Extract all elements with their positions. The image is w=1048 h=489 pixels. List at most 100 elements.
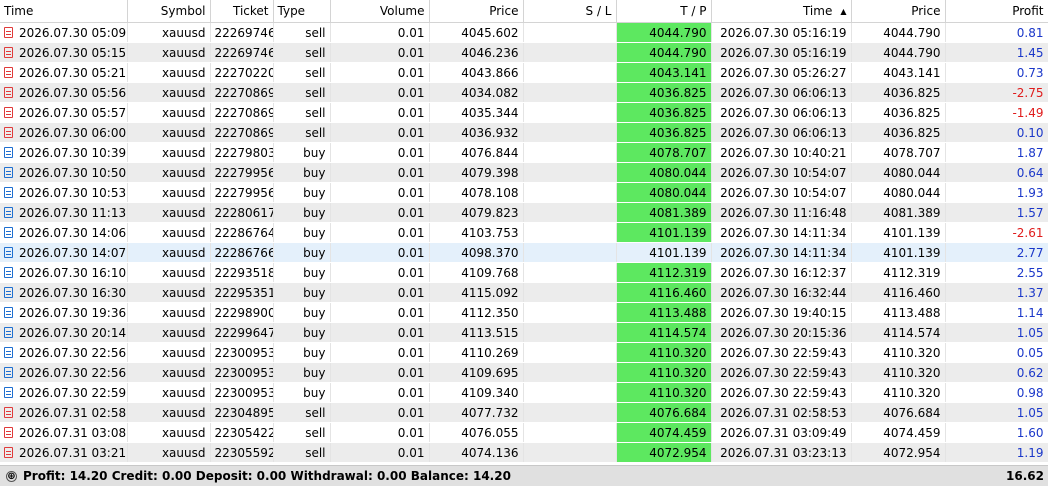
cell-sl [523,222,617,243]
cell-open-price: 4113.515 [429,322,524,343]
cell-ticket: 22269746... [210,42,274,63]
cell-open-price: 4034.082 [429,82,524,103]
open-time-text: 2026.07.30 06:00... [19,125,127,140]
open-time-text: 2026.07.30 10:53... [19,185,127,200]
expand-icon[interactable]: ⊕ [6,470,17,482]
col-header-profit[interactable]: Profit [945,0,1048,23]
cell-type: buy [273,222,331,243]
open-time-text: 2026.07.30 05:56... [19,85,127,100]
cell-close-price: 4081.389 [851,202,946,223]
table-row[interactable]: 2026.07.31 02:58...xauusd22304895...sell… [0,402,1048,423]
table-row[interactable]: 2026.07.30 10:50...xauusd22279956...buy0… [0,162,1048,183]
cell-close-time: 2026.07.30 14:11:34 [711,222,852,243]
col-header-close-price[interactable]: Price [851,0,946,23]
cell-type: buy [273,302,331,323]
cell-close-price: 4101.139 [851,242,946,263]
cell-type: buy [273,202,331,223]
table-row[interactable]: 2026.07.30 22:59...xauusd22300953...buy0… [0,382,1048,403]
cell-close-time: 2026.07.30 06:06:13 [711,102,852,123]
cell-ticket: 22300953... [210,382,274,403]
cell-volume: 0.01 [330,22,430,43]
cell-sl [523,302,617,323]
table-row[interactable]: 2026.07.30 19:36...xauusd22298900...buy0… [0,302,1048,323]
cell-close-price: 4113.488 [851,302,946,323]
cell-profit: -1.49 [945,102,1048,123]
table-row[interactable]: 2026.07.30 10:53...xauusd22279956...buy0… [0,182,1048,203]
table-row[interactable]: 2026.07.30 20:14...xauusd22299647...buy0… [0,322,1048,343]
table-row[interactable]: 2026.07.30 22:56...xauusd22300953...buy0… [0,362,1048,383]
cell-profit: 1.45 [945,42,1048,63]
cell-volume: 0.01 [330,362,430,383]
cell-close-time: 2026.07.31 03:23:13 [711,442,852,463]
col-header-open-time[interactable]: Time [0,0,128,23]
table-row[interactable]: 2026.07.30 05:15...xauusd22269746...sell… [0,42,1048,63]
col-header-symbol[interactable]: Symbol [127,0,211,23]
table-row[interactable]: 2026.07.31 03:08...xauusd22305422...sell… [0,422,1048,443]
cell-profit: 1.37 [945,282,1048,303]
cell-open-time: 2026.07.30 05:21... [0,62,128,83]
table-row[interactable]: 2026.07.30 05:57...xauusd22270869...sell… [0,102,1048,123]
cell-symbol: xauusd [127,42,211,63]
open-time-text: 2026.07.30 19:36... [19,305,127,320]
cell-type: buy [273,342,331,363]
cell-close-price: 4036.825 [851,82,946,103]
table-row[interactable]: 2026.07.30 05:56...xauusd22270869...sell… [0,82,1048,103]
col-header-ticket[interactable]: Ticket [210,0,274,23]
cell-profit: 1.05 [945,322,1048,343]
table-row[interactable]: 2026.07.30 14:06...xauusd22286764...buy0… [0,222,1048,243]
table-row[interactable]: 2026.07.30 05:09...xauusd22269746...sell… [0,22,1048,43]
cell-tp: 4110.320 [616,342,712,363]
cell-volume: 0.01 [330,122,430,143]
cell-symbol: xauusd [127,62,211,83]
cell-open-price: 4079.398 [429,162,524,183]
cell-close-time: 2026.07.30 22:59:43 [711,382,852,403]
sell-order-icon [4,47,13,58]
cell-type: sell [273,422,331,443]
cell-tp: 4116.460 [616,282,712,303]
cell-open-price: 4110.269 [429,342,524,363]
cell-symbol: xauusd [127,202,211,223]
table-row[interactable]: 2026.07.30 06:00...xauusd22270869...sell… [0,122,1048,143]
table-row[interactable]: 2026.07.31 03:21...xauusd22305592...sell… [0,442,1048,463]
cell-symbol: xauusd [127,22,211,43]
cell-type: buy [273,182,331,203]
sell-order-icon [4,67,13,78]
cell-sl [523,22,617,43]
table-body: 2026.07.30 05:09...xauusd22269746...sell… [0,22,1048,463]
sell-order-icon [4,107,13,118]
open-time-text: 2026.07.30 16:10... [19,265,127,280]
col-header-tp[interactable]: T / P [616,0,712,23]
cell-tp: 4036.825 [616,102,712,123]
cell-type: sell [273,62,331,83]
cell-symbol: xauusd [127,342,211,363]
cell-close-time: 2026.07.30 06:06:13 [711,122,852,143]
cell-ticket: 22299647... [210,322,274,343]
cell-sl [523,382,617,403]
table-row[interactable]: 2026.07.30 16:30...xauusd22295351...buy0… [0,282,1048,303]
table-row[interactable]: 2026.07.30 14:07...xauusd22286766...buy0… [0,242,1048,263]
cell-open-time: 2026.07.31 03:21... [0,442,128,463]
cell-volume: 0.01 [330,442,430,463]
table-row[interactable]: 2026.07.30 11:13...xauusd22280617...buy0… [0,202,1048,223]
cell-tp: 4074.459 [616,422,712,443]
cell-open-time: 2026.07.30 10:39... [0,142,128,163]
cell-ticket: 22280617... [210,202,274,223]
open-time-text: 2026.07.30 10:39... [19,145,127,160]
cell-tp: 4044.790 [616,42,712,63]
col-header-close-time[interactable]: Time ▲ [711,0,852,23]
cell-close-price: 4074.459 [851,422,946,443]
table-row[interactable]: 2026.07.30 22:56...xauusd22300953...buy0… [0,342,1048,363]
cell-open-price: 4074.136 [429,442,524,463]
col-header-type[interactable]: Type [273,0,331,23]
table-row[interactable]: 2026.07.30 10:39...xauusd22279803...buy0… [0,142,1048,163]
cell-volume: 0.01 [330,222,430,243]
col-header-open-price[interactable]: Price [429,0,524,23]
cell-sl [523,182,617,203]
cell-open-time: 2026.07.31 02:58... [0,402,128,423]
col-header-volume[interactable]: Volume [330,0,430,23]
table-row[interactable]: 2026.07.30 16:10...xauusd22293518...buy0… [0,262,1048,283]
col-header-sl[interactable]: S / L [523,0,617,23]
table-row[interactable]: 2026.07.30 05:21...xauusd22270220...sell… [0,62,1048,83]
cell-sl [523,402,617,423]
cell-ticket: 22305592... [210,442,274,463]
